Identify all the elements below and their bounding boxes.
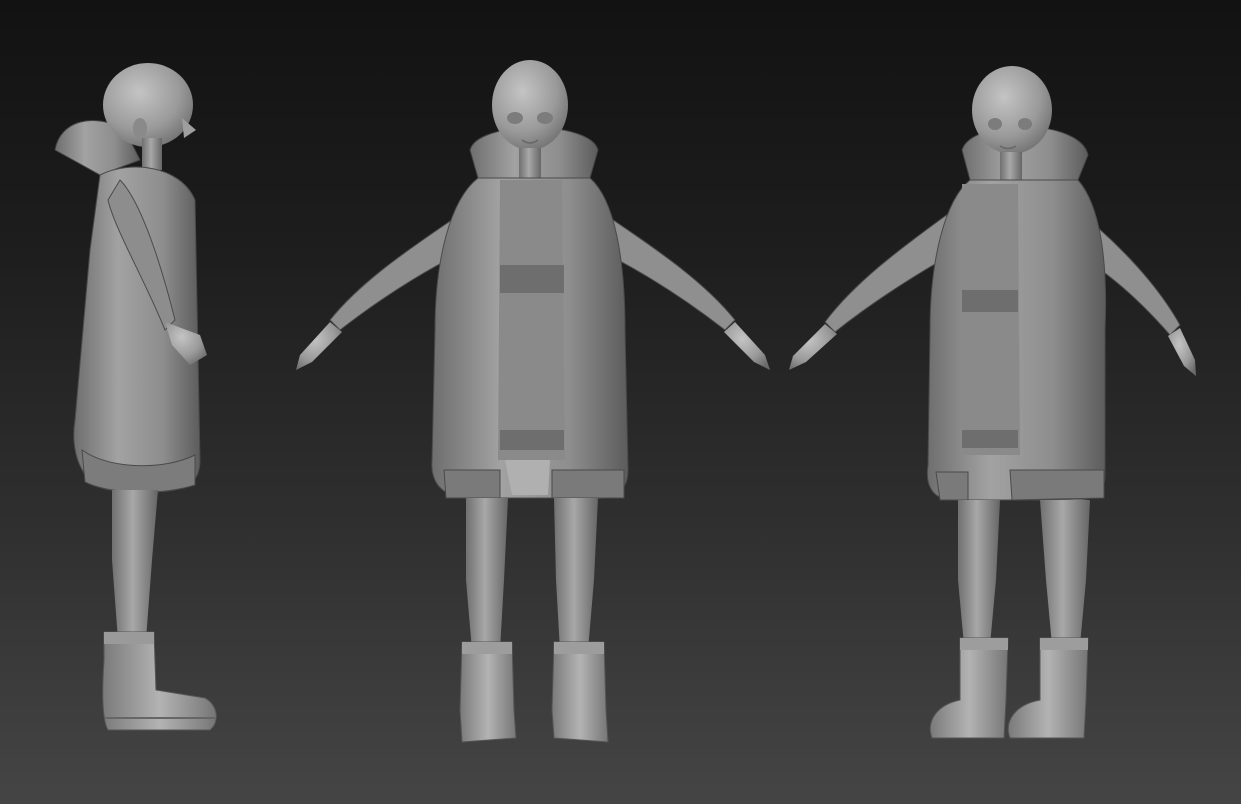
figure-side-view: [54, 63, 217, 731]
boot-side: [102, 631, 217, 731]
render-viewport: [0, 0, 1241, 804]
figure-front-view: [296, 60, 770, 743]
boot-tq-right: [1008, 637, 1089, 739]
figure-three-quarter-view: [789, 66, 1196, 739]
boot-tq-left: [929, 637, 1009, 739]
hand-front-right: [724, 322, 770, 370]
boot-front-left: [459, 641, 517, 743]
boot-front-right: [551, 641, 609, 743]
hand-front-left: [296, 322, 342, 370]
head-front: [492, 60, 568, 150]
head-side: [103, 63, 193, 147]
hand-tq-right: [1168, 328, 1196, 376]
hand-tq-left: [789, 324, 837, 370]
head-three-quarter: [972, 66, 1052, 154]
character-turnaround: [54, 60, 1196, 743]
